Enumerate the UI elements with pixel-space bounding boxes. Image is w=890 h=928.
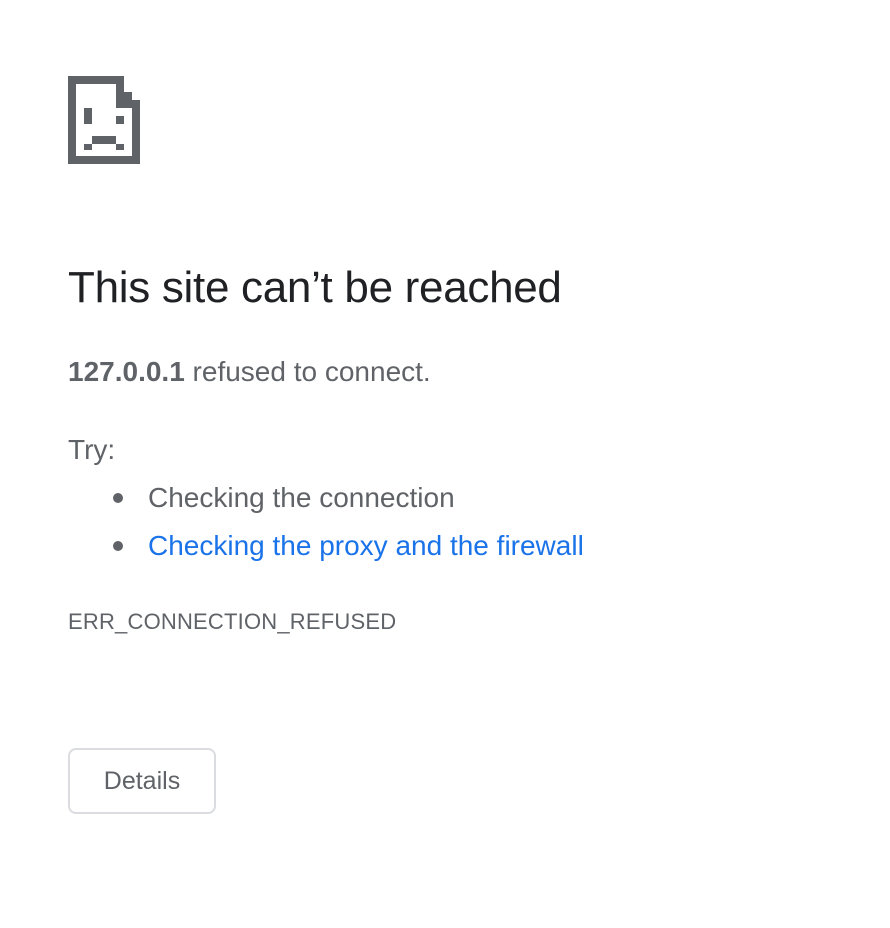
error-summary: 127.0.0.1 refused to connect. bbox=[68, 354, 431, 390]
suggestion-item: Checking the connection bbox=[68, 480, 584, 528]
suggestion-check-proxy-firewall-link[interactable]: Checking the proxy and the firewall bbox=[148, 530, 584, 561]
host-name: 127.0.0.1 bbox=[68, 356, 185, 387]
summary-message: refused to connect. bbox=[184, 356, 431, 387]
suggestion-item: Checking the proxy and the firewall bbox=[68, 528, 584, 576]
try-label: Try: bbox=[68, 434, 116, 465]
sad-document-icon bbox=[68, 76, 140, 164]
details-button[interactable]: Details bbox=[68, 748, 216, 814]
bullet-icon bbox=[113, 541, 123, 551]
suggestion-check-connection: Checking the connection bbox=[148, 482, 455, 513]
suggestions-list: Checking the connection Checking the pro… bbox=[68, 480, 584, 576]
bullet-icon bbox=[113, 493, 123, 503]
error-code: ERR_CONNECTION_REFUSED bbox=[68, 609, 397, 634]
page-title: This site can’t be reached bbox=[68, 263, 562, 312]
